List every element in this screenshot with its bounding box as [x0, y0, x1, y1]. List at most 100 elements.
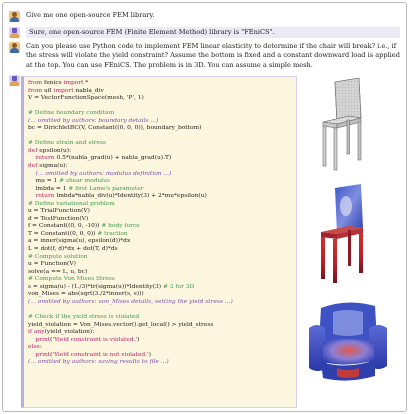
code-line: from fenics import * [28, 80, 292, 88]
code-token: print [35, 351, 51, 358]
code-token: # Compute Von Mises Stress [28, 276, 115, 283]
code-token: return [35, 193, 55, 200]
code-line: # Check if the yield stress is violated [28, 314, 292, 322]
code-token: (... omitted by authors: von_Mises detai… [28, 298, 233, 305]
code-token: nabla_div [73, 87, 104, 94]
code-token: ) [148, 351, 151, 358]
code-line: (... omitted by authors: saving results … [28, 359, 292, 367]
chat-panel: Give me one open-source FEM library. Sur… [2, 2, 407, 412]
code-line: else: [28, 344, 292, 352]
code-token: (... omitted by authors: saving results … [28, 359, 169, 366]
code-line: a = inner(sigma(u), epsilon(d))*dx [28, 238, 292, 246]
code-token: # Compute solution [28, 253, 88, 260]
code-token: from [28, 80, 43, 86]
code-token: (... omitted by authors: boundary detail… [28, 117, 159, 124]
code-line: mu = 1 # shear modulus [28, 178, 292, 186]
user-message-1: Give me one open-source FEM library. [9, 11, 400, 22]
code-token: return [35, 155, 55, 162]
code-token: # Define boundary condition [28, 110, 115, 117]
code-token: ufl [42, 87, 54, 94]
code-token: lmbda*nabla_div(u)*Identity(3) + 2*mu*ep… [54, 193, 207, 200]
code-token: u = Function(V) [28, 261, 76, 268]
code-line: u = TrialFunction(V) [28, 208, 292, 216]
code-line: yield_violation = Von_Mises.vector().get… [28, 322, 292, 330]
user-message-2: Can you please use Python code to implem… [9, 42, 400, 70]
code-token: T = Constant((0, 0, 0)) [28, 230, 98, 237]
code-token: bc = DirichletBC(V, Constant((0, 0, 0)),… [28, 125, 202, 132]
code-token: sigma(u): [37, 163, 68, 170]
code-line: solve(a == L, u, bc) [28, 269, 292, 277]
code-line: return 0.5*(nabla_grad(u) + nabla_grad(u… [28, 155, 292, 163]
code-token: import [63, 80, 84, 86]
code-listing: from fenics import * from ufl import nabl… [28, 80, 292, 367]
code-line: von_Mises = abs(sqrt(3./2*inner(s, s))) [28, 291, 292, 299]
code-line: # Compute Von Mises Stress [28, 276, 292, 284]
code-token: # shear modulus [59, 178, 110, 185]
code-token: 'Yield constraint is violated.' [52, 336, 138, 343]
code-line: f = Constant((0, 0, -10)) # body force [28, 223, 292, 231]
code-line: print('Yield constraint is violated.') [28, 337, 292, 345]
code-token: d = TestFunction(V) [28, 215, 89, 222]
code-line: # Compute solution [28, 254, 292, 262]
code-token: L = dot(f, d)*dx + dot(T, d)*ds [28, 246, 118, 253]
code-line: (... omitted by authors: modulus definit… [28, 171, 292, 179]
code-token: a = inner(sigma(u), epsilon(d))*dx [28, 238, 131, 245]
code-line: V = VectorFunctionSpace(mesh, 'P', 1) [28, 95, 292, 103]
code-token: epsilon(u): [37, 147, 72, 154]
code-token: * [83, 80, 89, 86]
code-token: lmbda = 1 [28, 185, 69, 192]
code-token: any [33, 329, 45, 336]
code-line: # Define strain and stress [28, 140, 292, 148]
code-line: bc = DirichletBC(V, Constant((0, 0, 0)),… [28, 125, 292, 133]
code-token: von_Mises = abs(sqrt(3./2*inner(s, s))) [28, 291, 144, 298]
figures-column [301, 76, 405, 408]
code-token: s = sigma(u) - (1./3)*tr(sigma(u))*Ident… [28, 283, 163, 290]
code-line: L = dot(f, d)*dx + dot(T, d)*ds [28, 246, 292, 254]
plain-chair-figure [322, 78, 362, 171]
code-token: # first Lame's parameter [68, 185, 144, 192]
message-text: Can you please use Python code to implem… [26, 42, 400, 69]
code-token: else [28, 344, 40, 351]
code-token: import [53, 87, 74, 94]
code-token: u = TrialFunction(V) [28, 208, 90, 215]
code-token: fenics [42, 80, 64, 86]
code-token: print [35, 336, 51, 343]
code-token: # Check if the yield stress is violated [28, 313, 140, 320]
code-token: V = VectorFunctionSpace(mesh, 'P', 1) [28, 95, 144, 102]
code-token: # Define variational problem [28, 200, 115, 207]
stress-armchair-figure [309, 302, 387, 381]
code-token: 0.5*(nabla_grad(u) + nabla_grad(u).T) [54, 155, 172, 162]
message-text: Give me one open-source FEM library. [26, 11, 155, 19]
code-token: solve(a == L, u, bc) [28, 268, 88, 275]
code-token: (... omitted by authors: modulus definit… [35, 170, 172, 177]
code-token: ) [137, 336, 140, 343]
user-avatar [9, 11, 20, 22]
assistant-avatar [9, 75, 20, 86]
code-token: # traction [97, 230, 128, 237]
message-text: Sure, one open-source FEM (Finite Elemen… [26, 27, 400, 39]
code-line: # Define boundary condition [28, 110, 292, 118]
code-line: (... omitted by authors: von_Mises detai… [28, 299, 292, 307]
code-line: u = Function(V) [28, 261, 292, 269]
assistant-avatar [9, 27, 20, 38]
code-line: def sigma(u): [28, 163, 292, 171]
user-avatar [9, 42, 20, 53]
code-line: from ufl import nabla_div [28, 88, 292, 96]
stress-chair-figure [321, 184, 363, 283]
code-token: # 3 for 3D [162, 283, 195, 290]
code-block: from fenics import * from ufl import nabl… [21, 76, 297, 408]
code-token: 'Yield constraint is not violated.' [52, 351, 149, 358]
code-line: if any(yield_violation): [28, 329, 292, 337]
assistant-message-1: Sure, one open-source FEM (Finite Elemen… [9, 27, 400, 39]
code-token: # body force [101, 223, 140, 230]
code-line: return lmbda*nabla_div(u)*Identity(3) + … [28, 193, 292, 201]
code-token: : [39, 344, 42, 351]
